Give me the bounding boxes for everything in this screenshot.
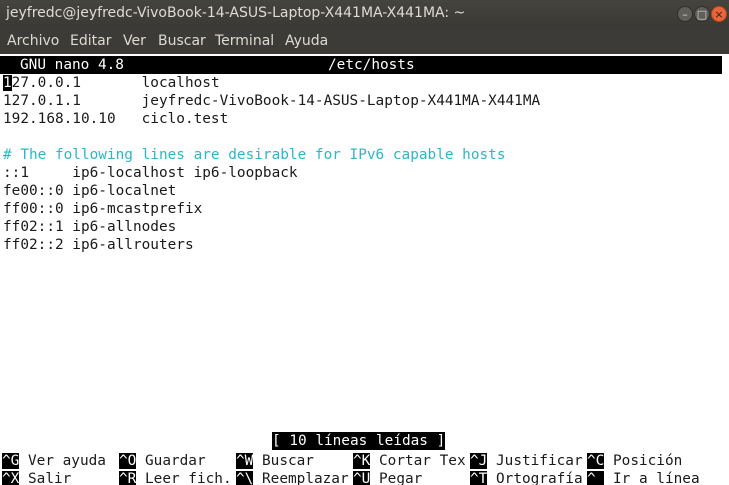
minimize-icon: – [682, 7, 688, 21]
shortcut-goto-line[interactable]: ^_ Ir a línea [587, 470, 700, 485]
shortcut-spell[interactable]: ^T Ortografía [470, 470, 583, 485]
shortcut-key: ^X [2, 471, 20, 485]
file-line-1-text: 27.0.0.1 localhost [11, 75, 220, 91]
shortcut-position[interactable]: ^C Posición [587, 452, 682, 470]
file-line-7: fe00::0 ip6-localnet [3, 183, 177, 199]
shortcut-key: ^G [2, 453, 20, 469]
status-message: [ 10 líneas leídas ] [272, 432, 446, 450]
shortcut-label: Pegar [370, 471, 423, 485]
shortcut-paste[interactable]: ^U Pegar [353, 470, 422, 485]
nano-version: GNU nano 4.8 [20, 57, 124, 73]
maximize-icon: □ [696, 7, 708, 21]
file-line-6: ::1 ip6-localhost ip6-loopback [3, 165, 298, 181]
minimize-button[interactable]: – [677, 6, 693, 22]
shortcut-key: ^_ [587, 471, 605, 485]
window-title: jeyfredc@jeyfredc-VivoBook-14-ASUS-Lapto… [6, 5, 466, 21]
file-line-1: 127.0.0.1 localhost [3, 74, 220, 92]
shortcut-label: Leer fich. [136, 471, 232, 485]
shortcut-save[interactable]: ^O Guardar [119, 452, 206, 470]
shortcut-justify[interactable]: ^J Justificar [470, 452, 583, 470]
close-icon: × [714, 7, 724, 21]
shortcut-label: Ortografía [487, 471, 583, 485]
shortcut-label: Cortar Tex [370, 453, 466, 469]
text-cursor: 1 [3, 75, 12, 91]
menu-ver[interactable]: Ver [123, 33, 146, 49]
file-line-3: 192.168.10.10 ciclo.test [3, 111, 229, 127]
shortcut-search[interactable]: ^W Buscar [236, 452, 314, 470]
shortcut-label: Buscar [253, 453, 314, 469]
file-line-2: 127.0.1.1 jeyfredc-VivoBook-14-ASUS-Lapt… [3, 93, 541, 109]
menu-editar[interactable]: Editar [70, 33, 111, 49]
maximize-button[interactable]: □ [694, 6, 710, 22]
shortcut-read-file[interactable]: ^R Leer fich. [119, 470, 232, 485]
menu-archivo[interactable]: Archivo [7, 33, 59, 49]
shortcut-label: Salir [19, 471, 72, 485]
menu-bar: Archivo Editar Ver Buscar Terminal Ayuda [0, 28, 729, 54]
shortcut-label: Ir a línea [604, 471, 700, 485]
shortcut-label: Ver ayuda [19, 453, 106, 469]
shortcut-key: ^W [236, 453, 254, 469]
menu-terminal[interactable]: Terminal [215, 33, 274, 49]
file-line-8: ff00::0 ip6-mcastprefix [3, 201, 203, 217]
shortcut-key: ^R [119, 471, 137, 485]
shortcut-label: Justificar [487, 453, 583, 469]
shortcut-key: ^K [353, 453, 371, 469]
shortcut-key: ^J [470, 453, 488, 469]
file-line-9: ff02::1 ip6-allnodes [3, 219, 177, 235]
shortcut-key: ^T [470, 471, 488, 485]
terminal-area[interactable]: GNU nano 4.8 /etc/hosts 127.0.0.1 localh… [0, 54, 729, 485]
shortcut-label: Reemplazar [253, 471, 349, 485]
shortcut-exit[interactable]: ^X Salir [2, 470, 71, 485]
shortcut-key: ^U [353, 471, 371, 485]
nano-filename: /etc/hosts [328, 57, 415, 73]
shortcut-label: Posición [604, 453, 683, 469]
close-button[interactable]: × [711, 6, 727, 22]
shortcut-replace[interactable]: ^\ Reemplazar [236, 470, 349, 485]
shortcut-cut[interactable]: ^K Cortar Tex [353, 452, 466, 470]
menu-buscar[interactable]: Buscar [158, 33, 206, 49]
nano-header: GNU nano 4.8 /etc/hosts [0, 56, 722, 74]
file-line-5-comment: # The following lines are desirable for … [3, 147, 506, 163]
shortcut-key: ^C [587, 453, 605, 469]
window-titlebar: jeyfredc@jeyfredc-VivoBook-14-ASUS-Lapto… [0, 0, 729, 28]
menu-ayuda[interactable]: Ayuda [285, 33, 328, 49]
shortcut-key: ^\ [236, 471, 254, 485]
shortcut-help[interactable]: ^G Ver ayuda [2, 452, 106, 470]
shortcut-key: ^O [119, 453, 137, 469]
file-line-10: ff02::2 ip6-allrouters [3, 237, 194, 253]
shortcut-label: Guardar [136, 453, 206, 469]
